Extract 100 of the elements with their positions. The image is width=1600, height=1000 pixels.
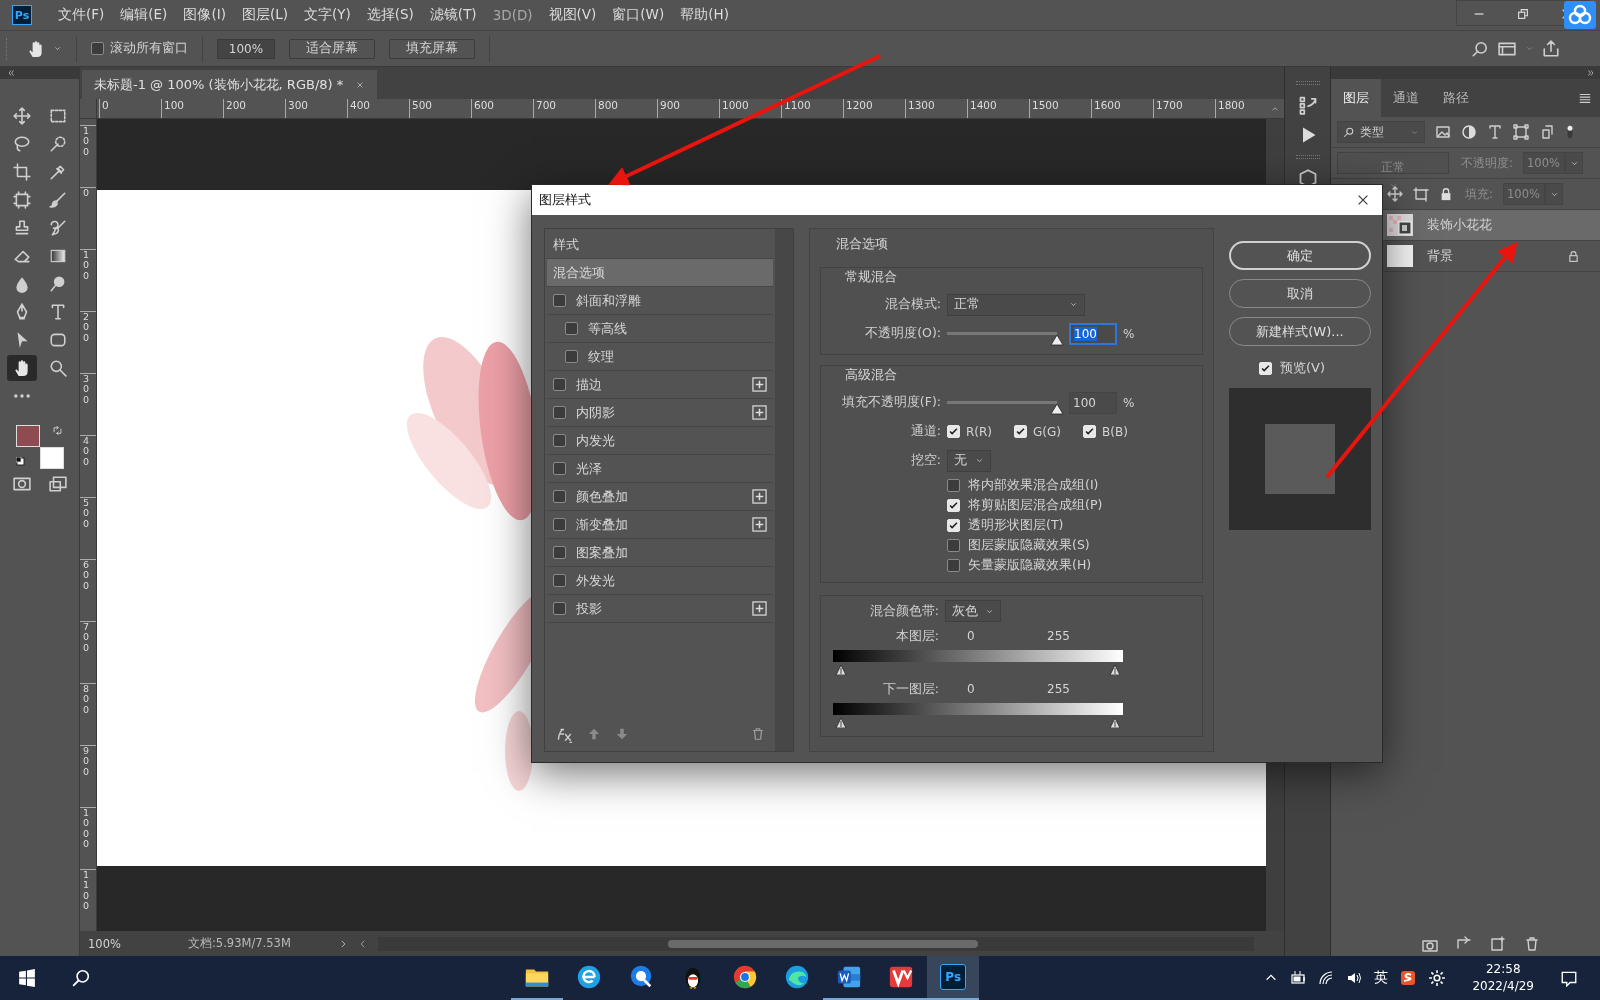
caret-icon bbox=[53, 44, 62, 53]
checkbox[interactable] bbox=[553, 378, 566, 391]
add-icon[interactable] bbox=[752, 601, 767, 616]
menu-item[interactable]: 滤镜(T) bbox=[421, 6, 485, 24]
menu-item[interactable]: 图层(L) bbox=[233, 6, 296, 24]
menu-item[interactable]: 视图(V) bbox=[540, 6, 605, 24]
add-icon[interactable] bbox=[752, 517, 767, 532]
adjustment-filter-icon[interactable] bbox=[1461, 124, 1477, 140]
checkbox-label: 将内部效果混合成组(I) bbox=[968, 477, 1099, 494]
number-field[interactable]: 100 bbox=[1069, 391, 1117, 414]
clock-date[interactable]: 2022/4/29 bbox=[1472, 978, 1534, 995]
number-field[interactable]: 100 bbox=[1069, 322, 1117, 345]
quick-mask-icon[interactable] bbox=[11, 475, 32, 493]
checkbox[interactable] bbox=[565, 350, 578, 363]
cloud-icon[interactable] bbox=[1564, 1, 1596, 29]
add-icon[interactable] bbox=[752, 377, 767, 392]
collapse-icon[interactable] bbox=[6, 68, 16, 78]
menu-icon[interactable] bbox=[1578, 91, 1592, 105]
input-language[interactable]: 英 bbox=[1374, 969, 1389, 987]
hand-icon[interactable] bbox=[27, 39, 45, 58]
clock-time[interactable]: 22:58 bbox=[1485, 961, 1521, 978]
checkbox[interactable] bbox=[553, 462, 566, 475]
scrollbar-thumb[interactable] bbox=[668, 939, 978, 948]
image-filter-icon[interactable] bbox=[1435, 124, 1451, 140]
search-icon[interactable] bbox=[72, 969, 90, 987]
trash-icon[interactable] bbox=[1524, 936, 1540, 952]
checkbox[interactable] bbox=[553, 574, 566, 587]
hand-tool[interactable] bbox=[6, 355, 37, 381]
folder-icon[interactable] bbox=[1456, 936, 1472, 952]
field-value: 100 bbox=[1073, 395, 1096, 410]
menu-item[interactable]: 文件(F) bbox=[50, 6, 113, 24]
history-icon[interactable] bbox=[1297, 95, 1318, 115]
add-icon[interactable] bbox=[752, 489, 767, 504]
checkbox[interactable] bbox=[553, 406, 566, 419]
s-logo-icon[interactable] bbox=[1400, 970, 1417, 986]
checkbox[interactable] bbox=[947, 539, 960, 552]
style-item[interactable]: 混合选项 bbox=[547, 259, 773, 287]
move-lock-icon[interactable] bbox=[1387, 186, 1403, 202]
close-icon[interactable] bbox=[1356, 193, 1370, 207]
panel-tab[interactable]: 通道 bbox=[1381, 79, 1431, 117]
checkbox[interactable] bbox=[947, 479, 960, 492]
taskbar-app[interactable]: Ps bbox=[927, 956, 980, 1000]
checkbox[interactable] bbox=[947, 559, 960, 572]
menu-item[interactable]: 编辑(E) bbox=[112, 6, 176, 24]
lock-icon[interactable] bbox=[1439, 187, 1453, 201]
collapse-icon[interactable] bbox=[1586, 68, 1596, 78]
battery-icon[interactable] bbox=[1290, 970, 1307, 986]
foreground-swatch[interactable] bbox=[15, 425, 40, 447]
checkbox[interactable] bbox=[553, 518, 566, 531]
fit-button[interactable]: 填充屏幕 bbox=[389, 38, 475, 59]
checkbox[interactable] bbox=[553, 294, 566, 307]
scroll-left-icon[interactable] bbox=[358, 938, 368, 949]
document-tab[interactable]: 未标题-1 @ 100% (装饰小花花, RGB/8) * bbox=[82, 70, 378, 99]
background-swatch[interactable] bbox=[39, 447, 64, 469]
smart-object-filter-icon[interactable] bbox=[1539, 124, 1555, 140]
notification-icon[interactable] bbox=[1560, 969, 1578, 987]
checkbox[interactable] bbox=[565, 322, 578, 335]
wifi-icon[interactable] bbox=[1318, 970, 1335, 986]
dialog-button[interactable]: 确定 bbox=[1229, 241, 1371, 270]
dialog-button[interactable]: 取消 bbox=[1229, 279, 1371, 308]
checkbox[interactable] bbox=[553, 434, 566, 447]
style-label: 内阴影 bbox=[576, 403, 615, 422]
panel-tab[interactable]: 路径 bbox=[1431, 79, 1481, 117]
trash-icon[interactable] bbox=[751, 727, 765, 741]
knockout-dropdown[interactable]: 无 bbox=[947, 449, 991, 472]
start-icon[interactable] bbox=[18, 969, 36, 987]
checkbox[interactable] bbox=[91, 42, 104, 55]
dialog-button[interactable]: 新建样式(W)... bbox=[1229, 317, 1371, 346]
slider-thumb[interactable] bbox=[1050, 332, 1064, 346]
type-filter-icon[interactable] bbox=[1487, 124, 1503, 140]
volume-icon[interactable] bbox=[1346, 970, 1363, 986]
artboard-lock-icon[interactable] bbox=[1413, 186, 1429, 202]
dropdown-value: 正常 bbox=[954, 296, 981, 313]
checkbox[interactable] bbox=[553, 602, 566, 615]
range-handle[interactable] bbox=[1109, 716, 1121, 728]
fit-button[interactable]: 适合屏幕 bbox=[289, 38, 375, 59]
shape-filter-icon[interactable] bbox=[1513, 124, 1529, 140]
new-layer-icon[interactable] bbox=[1490, 936, 1506, 952]
blend-mode-dropdown[interactable]: 正常 bbox=[947, 293, 1085, 316]
color-band-dropdown[interactable]: 灰色 bbox=[945, 600, 1001, 622]
menu-item[interactable]: 文字(Y) bbox=[295, 6, 359, 24]
panel-tab[interactable]: 图层 bbox=[1331, 79, 1381, 117]
checkbox[interactable] bbox=[553, 490, 566, 503]
menu-item[interactable]: 选择(S) bbox=[358, 6, 422, 24]
share-icon[interactable] bbox=[1542, 39, 1560, 58]
slider-thumb[interactable] bbox=[1050, 401, 1064, 415]
default-colors-icon[interactable] bbox=[15, 457, 26, 467]
screen-mode-icon[interactable] bbox=[47, 475, 68, 493]
menu-item[interactable]: 图像(I) bbox=[175, 6, 234, 24]
swap-icon[interactable] bbox=[51, 425, 63, 436]
menu-item[interactable]: 帮助(H) bbox=[672, 6, 737, 24]
range-handle[interactable] bbox=[835, 663, 847, 675]
add-icon[interactable] bbox=[752, 405, 767, 420]
range-handle[interactable] bbox=[835, 716, 847, 728]
range-handle[interactable] bbox=[1109, 663, 1121, 675]
zoom-field[interactable]: 100% bbox=[217, 38, 275, 59]
checkbox[interactable] bbox=[553, 546, 566, 559]
settings-icon[interactable] bbox=[1428, 969, 1447, 987]
filter-dropdown[interactable]: 类型 bbox=[1337, 121, 1425, 143]
menu-item[interactable]: 窗口(W) bbox=[604, 6, 673, 24]
